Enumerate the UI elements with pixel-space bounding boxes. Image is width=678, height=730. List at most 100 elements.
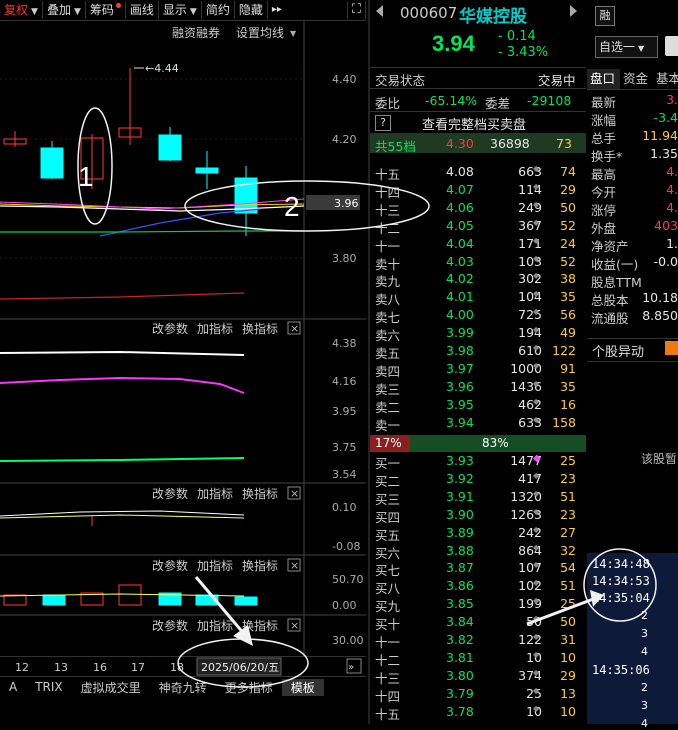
bid-row[interactable]: 买六 3.88 864 ◆ 32 bbox=[370, 542, 582, 561]
indicator-line bbox=[0, 514, 245, 519]
level-price: 3.88 bbox=[446, 542, 474, 558]
ask-row[interactable]: 卖十 4.03 103 ◆ 52 bbox=[370, 254, 582, 272]
level-price: 3.78 bbox=[446, 703, 474, 719]
anomaly-toggle[interactable] bbox=[665, 341, 678, 355]
set-ma-link[interactable]: 设置均线 bbox=[236, 26, 284, 40]
bid-row[interactable]: 买七 3.87 107 ◆ 54 bbox=[370, 560, 582, 578]
add-watch-button[interactable] bbox=[665, 36, 678, 56]
level-price: 3.87 bbox=[446, 560, 474, 576]
margin-trading-link[interactable]: 融资融券 bbox=[172, 25, 220, 40]
indicator-control[interactable]: 换指标 bbox=[242, 618, 278, 633]
bid-row[interactable]: 买八 3.86 102 ◆ 51 bbox=[370, 578, 582, 596]
indicator-tab-1[interactable]: TRIX bbox=[26, 680, 71, 694]
volume-ma-line bbox=[0, 593, 245, 597]
level-label: 卖十 bbox=[375, 256, 401, 272]
bid-row[interactable]: 十三 3.80 374 ◆ 29 bbox=[370, 668, 582, 686]
indicator-tab-3[interactable]: 神奇九转 bbox=[150, 679, 216, 696]
margin-badge[interactable]: 融 bbox=[595, 6, 615, 26]
stat-label: 收益(一) bbox=[591, 257, 639, 272]
indicator-control[interactable]: 加指标 bbox=[197, 558, 233, 573]
full-orderbook-link[interactable]: 查看完整档买卖盘 bbox=[422, 114, 526, 133]
watchlist-button[interactable]: 自选一 ▼ bbox=[595, 36, 658, 58]
ask-row[interactable]: 十五 4.08 663 ◆ 74 bbox=[370, 164, 582, 182]
toolbar-button-0[interactable]: 复权 ▼ bbox=[0, 1, 43, 19]
ask-row[interactable]: 卖二 3.95 462 ◆ 16 bbox=[370, 397, 582, 415]
ask-row[interactable]: 卖三 3.96 1436 ◆ 35 bbox=[370, 379, 582, 397]
indicator-control[interactable]: 换指标 bbox=[242, 321, 278, 336]
anomaly-time[interactable]: 14:34:48 bbox=[592, 557, 650, 571]
toolbar-button-4[interactable]: 显示 ▼ bbox=[159, 1, 202, 19]
volume-bar bbox=[234, 596, 258, 606]
next-stock-arrow[interactable] bbox=[569, 3, 579, 19]
bid-row[interactable]: 十五 3.78 10 ◆ 10 bbox=[370, 703, 582, 722]
fullscreen-icon[interactable]: ⛶ bbox=[346, 1, 366, 19]
indicator-control[interactable]: 换指标 bbox=[242, 558, 278, 573]
bid-row[interactable]: 买三 3.91 1320 ◆ 51 bbox=[370, 489, 582, 507]
toolbar-button-3[interactable]: 画线 bbox=[126, 1, 159, 19]
ask-row[interactable]: 卖七 4.00 725 ◆ 56 bbox=[370, 307, 582, 325]
ask-row[interactable]: 卖五 3.98 610 ◆ 122 bbox=[370, 343, 582, 361]
indicator-control[interactable]: 改参数 bbox=[152, 618, 188, 633]
toolbar-button-5[interactable]: 简约 bbox=[202, 1, 235, 19]
toolbar-button-6[interactable]: 隐藏 bbox=[235, 1, 268, 19]
ask-row[interactable]: 十四 4.07 114 ◆ 29 bbox=[370, 182, 582, 200]
indicator-tab-0[interactable]: A bbox=[0, 680, 26, 694]
indicator-control[interactable]: 改参数 bbox=[152, 321, 188, 336]
anomaly-time[interactable]: 14:34:53 bbox=[592, 574, 650, 588]
level-price: 3.86 bbox=[446, 578, 474, 594]
kline-chart-area[interactable]: 融资融券 设置均线 ▼ 4.40 4.20 3.96 3.80 ←4.44 改参数 加指标 换指标 ×… bbox=[0, 21, 366, 656]
bid-ratio-value: -65.14% bbox=[425, 93, 478, 108]
side-tab-0[interactable]: 盘口 bbox=[587, 69, 623, 89]
ask-row[interactable]: 十三 4.06 249 ◆ 50 bbox=[370, 200, 582, 218]
help-icon[interactable]: ? bbox=[375, 115, 391, 131]
indicator-tab-5[interactable]: 模板 bbox=[281, 678, 324, 696]
candle-body bbox=[234, 177, 258, 214]
ask-row[interactable]: 卖四 3.97 1000 ◆ 91 bbox=[370, 361, 582, 379]
level-count: 52 bbox=[560, 217, 576, 233]
anomaly-time[interactable]: 14:35:06 bbox=[592, 663, 650, 677]
bid-row[interactable]: 十一 3.82 122 ◆ 31 bbox=[370, 632, 582, 650]
level-price: 3.82 bbox=[446, 632, 474, 647]
ask-row[interactable]: 卖八 4.01 104 ◆ 35 bbox=[370, 289, 582, 307]
ask-row[interactable]: 十二 4.05 367 ◆ 52 bbox=[370, 217, 582, 236]
anomaly-time[interactable]: 14:35:04 bbox=[592, 591, 650, 605]
indicator-control[interactable]: 换指标 bbox=[242, 486, 278, 501]
bid-row[interactable]: 买九 3.85 199 ◆ 25 bbox=[370, 596, 582, 614]
bid-row[interactable]: 买十 3.84 50 ◆ 50 bbox=[370, 614, 582, 632]
ask-row[interactable]: 卖一 3.94 633 ◆ 158 bbox=[370, 415, 582, 433]
level-label: 十一 bbox=[375, 635, 401, 650]
indicator-control[interactable]: 加指标 bbox=[197, 321, 233, 336]
ask-row[interactable]: 十一 4.04 171 ◆ 24 bbox=[370, 236, 582, 254]
dropdown-arrow-icon: ▼ bbox=[73, 7, 81, 17]
prev-stock-arrow[interactable] bbox=[374, 3, 384, 19]
anomaly-count: 2 bbox=[641, 609, 648, 622]
bid-row[interactable]: 买五 3.89 242 ◆ 27 bbox=[370, 525, 582, 543]
more-toolbar-icon[interactable]: ▸▸ bbox=[268, 1, 286, 19]
bid-row[interactable]: 十四 3.79 25 ◆ 13 bbox=[370, 686, 582, 704]
indicator-tab-2[interactable]: 虚拟成交里 bbox=[72, 679, 150, 696]
side-tab-1[interactable]: 资金 bbox=[620, 69, 656, 89]
stat-label: 外盘 bbox=[591, 221, 617, 236]
volume-bar bbox=[3, 594, 27, 606]
ask-row[interactable]: 卖九 4.02 302 ◆ 38 bbox=[370, 271, 582, 289]
indicator-control[interactable]: 加指标 bbox=[197, 618, 233, 633]
stat-label: 最新 bbox=[591, 95, 617, 110]
bid-row[interactable]: 买二 3.92 417 ◆ 23 bbox=[370, 471, 582, 489]
indicator-tab-4[interactable]: 更多指标 bbox=[216, 679, 282, 696]
ma-line-green bbox=[0, 230, 304, 233]
bid-row[interactable]: 十二 3.81 10 ◆ 10 bbox=[370, 650, 582, 668]
indicator-control[interactable]: 改参数 bbox=[152, 486, 188, 501]
indicator-control[interactable]: 加指标 bbox=[197, 486, 233, 501]
chevron-down-icon[interactable]: ▼ bbox=[290, 29, 297, 38]
level-label: 卖五 bbox=[375, 346, 401, 361]
side-tab-2[interactable]: 基本 bbox=[653, 69, 678, 89]
kline-chart-svg[interactable]: 融资融券 设置均线 ▼4.404.203.963.80←4.44改参数 加指标 换指标 ×… bbox=[0, 21, 366, 656]
indicator-control[interactable]: 改参数 bbox=[152, 558, 188, 573]
bid-row[interactable]: 买一 3.93 1477 ◆ 25 bbox=[370, 453, 582, 471]
stat-label: 流通股 bbox=[591, 311, 629, 326]
bid-row[interactable]: 买四 3.90 1263 ◆ 23 bbox=[370, 507, 582, 525]
stock-name: 华媒控股 bbox=[459, 7, 527, 27]
toolbar-button-2[interactable]: 筹码 bbox=[86, 1, 126, 19]
toolbar-button-1[interactable]: 叠加 ▼ bbox=[43, 1, 86, 19]
ask-row[interactable]: 卖六 3.99 194 ◆ 49 bbox=[370, 325, 582, 343]
